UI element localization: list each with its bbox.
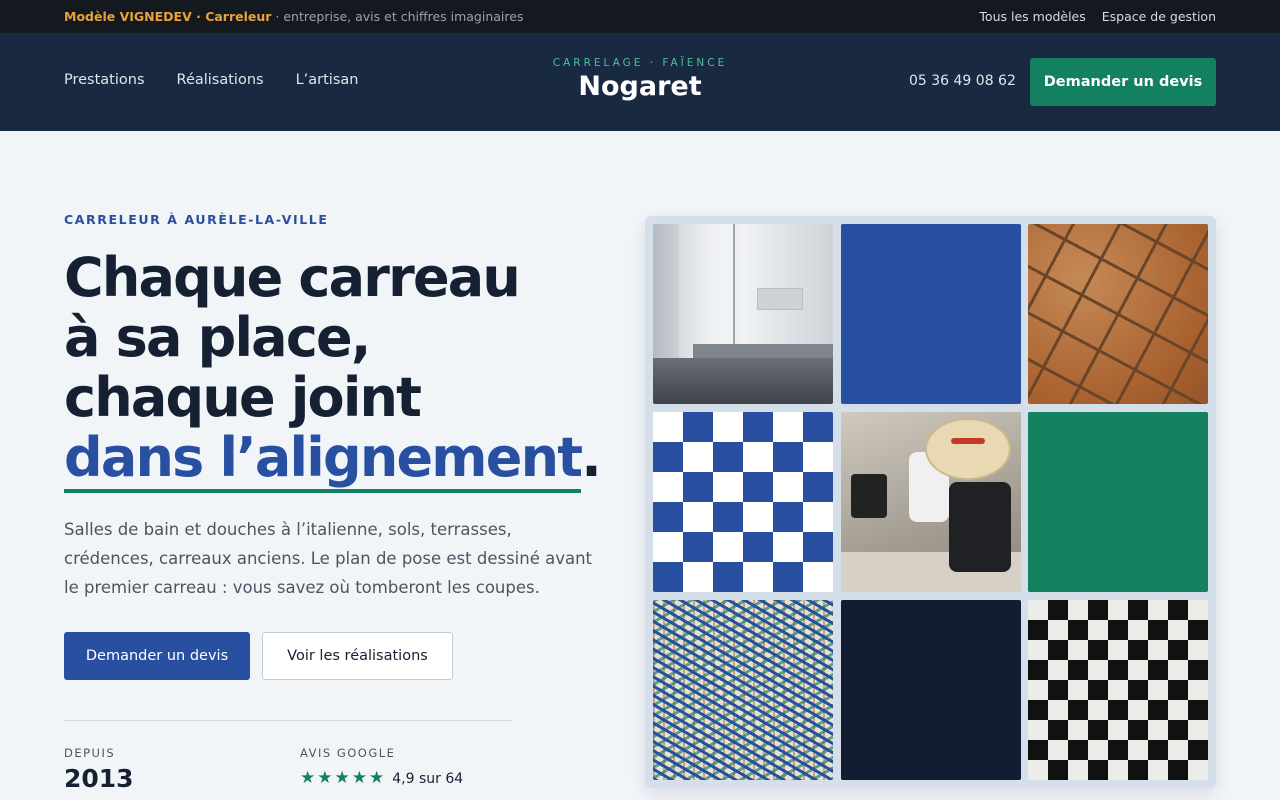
phone-number[interactable]: 05 36 49 08 62 — [909, 73, 1016, 89]
site-logo[interactable]: CARRELAGE · FAÏENCE Nogaret — [540, 57, 740, 102]
logo-name: Nogaret — [578, 71, 702, 102]
marble-checker-photo — [1028, 600, 1208, 780]
shower-photo — [653, 224, 833, 404]
management-link[interactable]: Espace de gestion — [1102, 9, 1216, 24]
artisan-legs — [949, 482, 1011, 572]
portfolio-button[interactable]: Voir les réalisations — [262, 632, 453, 680]
artisan-photo — [841, 412, 1021, 592]
star-icon: ★ — [317, 768, 333, 788]
top-strip: Modèle VIGNEDEV · Carreleur · entreprise… — [0, 0, 1280, 33]
mosaic-photo — [653, 600, 833, 780]
demo-brand: Modèle VIGNEDEV · Carreleur — [64, 9, 272, 24]
all-models-link[interactable]: Tous les modèles — [979, 9, 1085, 24]
terracotta-photo — [1028, 224, 1208, 404]
navy-swatch — [841, 600, 1021, 780]
hero-title-line-2: à sa place, — [64, 306, 371, 369]
star-icon: ★ — [351, 768, 367, 788]
nav-item-prestations[interactable]: Prestations — [64, 72, 145, 88]
hero-lead: Salles de bain et douches à l’italienne,… — [64, 520, 593, 597]
blue-swatch — [841, 224, 1021, 404]
site-header: Prestations Réalisations L’artisan CARRE… — [0, 33, 1280, 131]
stats-divider — [64, 720, 512, 721]
star-icon: ★ — [334, 768, 350, 788]
hero-eyebrow: CARRELEUR À AURÈLE-LA-VILLE — [64, 212, 329, 227]
hat-band — [951, 438, 985, 444]
nav-item-realisations[interactable]: Réalisations — [177, 72, 264, 88]
star-icon: ★ — [369, 768, 385, 788]
since-label: DEPUIS — [64, 746, 116, 760]
main-nav: Prestations Réalisations L’artisan — [64, 72, 358, 88]
reviews-rating: ★ ★ ★ ★ ★ 4,9 sur 64 — [300, 770, 463, 787]
green-swatch — [1028, 412, 1208, 592]
hero-title: Chaque carreau à sa place, chaque joint … — [64, 246, 624, 493]
shower-bench — [693, 344, 833, 358]
reviews-summary: 4,9 sur 64 — [392, 770, 464, 787]
demo-tagline: · entreprise, avis et chiffres imaginair… — [271, 9, 524, 24]
bucket — [851, 474, 887, 518]
hero-title-line-3: chaque joint — [64, 366, 422, 429]
header-quote-button[interactable]: Demander un devis — [1030, 58, 1216, 106]
straw-hat — [925, 418, 1011, 480]
shower-niche — [757, 288, 803, 310]
quote-button[interactable]: Demander un devis — [64, 632, 250, 680]
shower-floor — [653, 358, 833, 404]
blue-checker-pattern — [653, 412, 833, 592]
since-value: 2013 — [64, 764, 134, 793]
demo-notice: Modèle VIGNEDEV · Carreleur · entreprise… — [64, 9, 523, 24]
nav-item-artisan[interactable]: L’artisan — [296, 72, 359, 88]
reviews-label: AVIS GOOGLE — [300, 746, 396, 760]
hero-title-line-1: Chaque carreau — [64, 246, 521, 309]
top-links: Tous les modèles Espace de gestion — [979, 9, 1216, 24]
logo-kicker: CARRELAGE · FAÏENCE — [552, 57, 728, 69]
hero-title-period: . — [581, 426, 601, 489]
star-icon: ★ — [300, 768, 316, 788]
star-rating: ★ ★ ★ ★ ★ — [300, 770, 384, 787]
hero-title-accent: dans l’alignement — [64, 426, 583, 493]
